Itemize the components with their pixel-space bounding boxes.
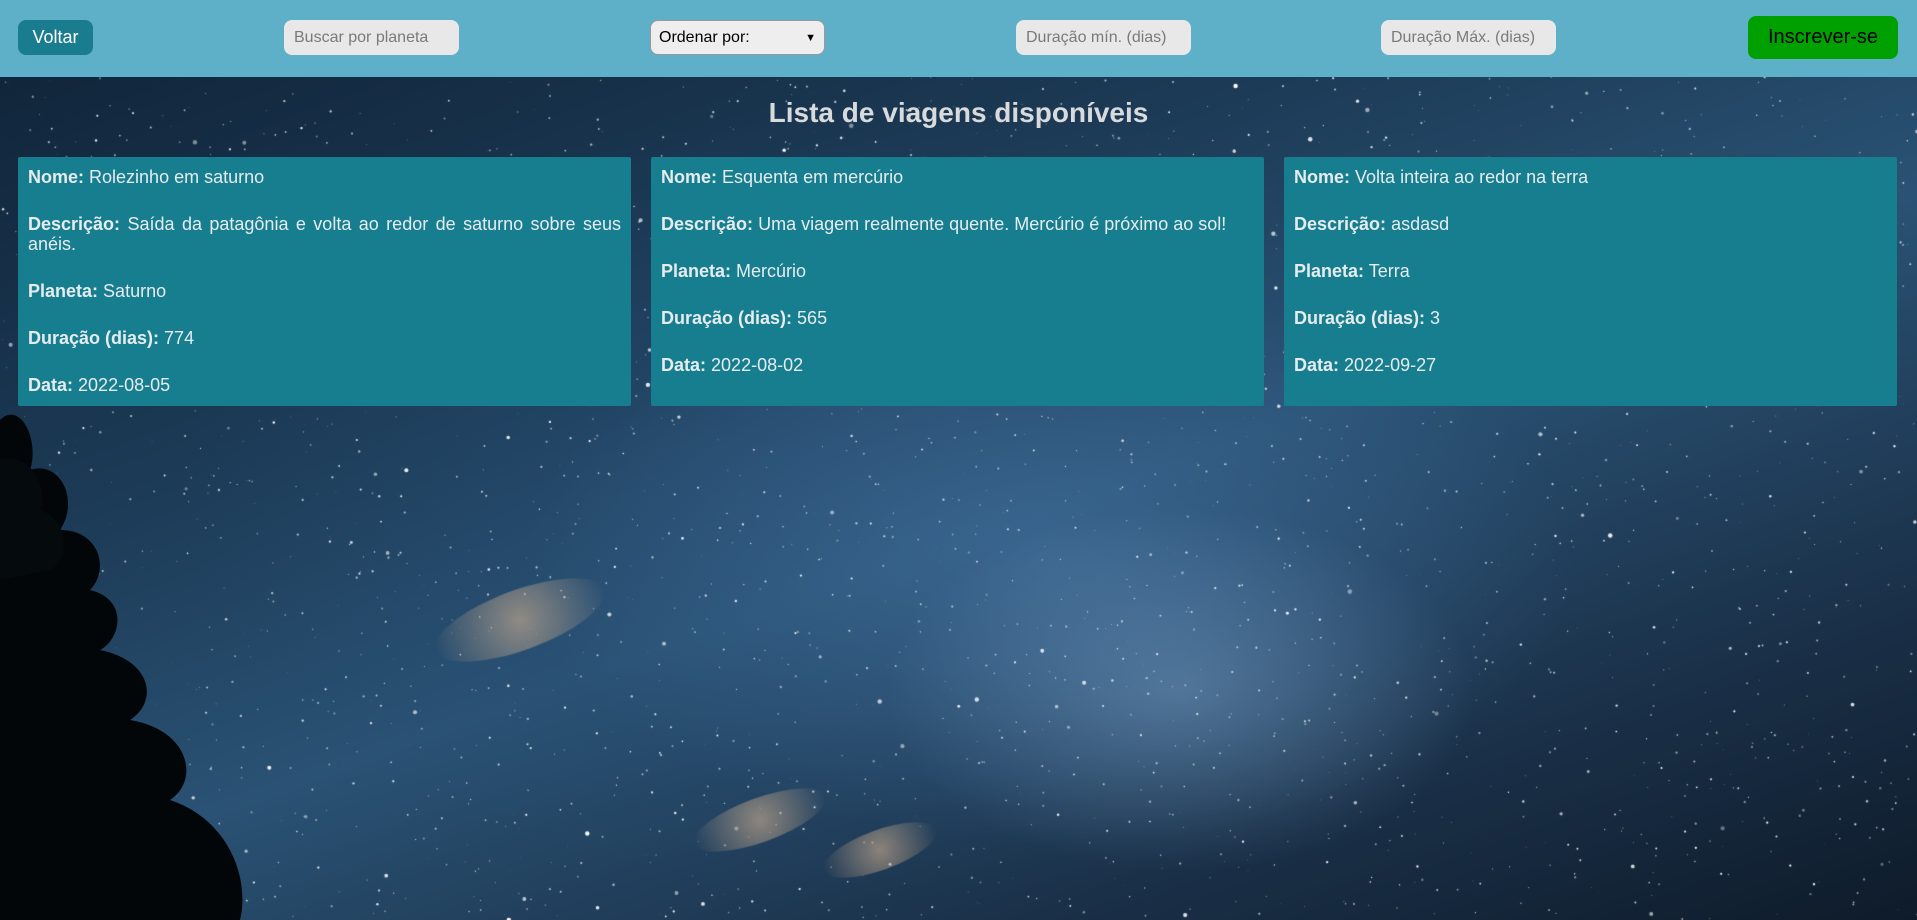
trip-date-row: Data: 2022-08-02 bbox=[661, 355, 1254, 375]
trip-name: Esquenta em mercúrio bbox=[722, 167, 904, 187]
trip-name: Volta inteira ao redor na terra bbox=[1355, 167, 1589, 187]
trip-duration: 565 bbox=[797, 308, 828, 328]
chevron-down-icon: ▼ bbox=[805, 31, 816, 44]
signup-button[interactable]: Inscrever-se bbox=[1748, 16, 1898, 59]
trip-duration-row: Duração (dias): 774 bbox=[28, 328, 621, 348]
field-label: Nome: bbox=[661, 167, 718, 187]
trip-planet-row: Planeta: Terra bbox=[1294, 261, 1887, 281]
trip-planet: Saturno bbox=[103, 281, 167, 301]
trip-description: asdasd bbox=[1391, 214, 1450, 234]
trip-duration-row: Duração (dias): 565 bbox=[661, 308, 1254, 328]
field-label: Data: bbox=[28, 375, 74, 395]
trip-card: Nome: Volta inteira ao redor na terra De… bbox=[1284, 157, 1897, 406]
field-label: Descrição: bbox=[28, 214, 121, 234]
planet-search-input[interactable] bbox=[284, 20, 459, 55]
field-label: Planeta: bbox=[1294, 261, 1365, 281]
tree-silhouette bbox=[0, 414, 243, 920]
field-label: Planeta: bbox=[661, 261, 732, 281]
trip-planet-row: Planeta: Saturno bbox=[28, 281, 621, 301]
field-label: Nome: bbox=[28, 167, 85, 187]
field-label: Planeta: bbox=[28, 281, 99, 301]
back-button[interactable]: Voltar bbox=[18, 20, 93, 55]
sort-select[interactable]: Ordenar por: ▼ bbox=[650, 20, 825, 55]
field-label: Descrição: bbox=[1294, 214, 1387, 234]
trip-date-row: Data: 2022-09-27 bbox=[1294, 355, 1887, 375]
page-title: Lista de viagens disponíveis bbox=[768, 97, 1149, 128]
field-label: Data: bbox=[1294, 355, 1340, 375]
field-label: Duração (dias): bbox=[1294, 308, 1426, 328]
field-label: Duração (dias): bbox=[28, 328, 160, 348]
field-label: Duração (dias): bbox=[661, 308, 793, 328]
min-duration-input[interactable] bbox=[1016, 20, 1191, 55]
trip-planet: Terra bbox=[1368, 261, 1410, 281]
trip-planet: Mercúrio bbox=[736, 261, 807, 281]
trip-description: Uma viagem realmente quente. Mercúrio é … bbox=[758, 214, 1227, 234]
field-label: Descrição: bbox=[661, 214, 754, 234]
trip-description-row: Descrição: asdasd bbox=[1294, 214, 1887, 234]
trip-date: 2022-08-05 bbox=[78, 375, 171, 395]
field-label: Data: bbox=[661, 355, 707, 375]
trip-card: Nome: Esquenta em mercúrio Descrição: Um… bbox=[651, 157, 1264, 406]
sort-select-label: Ordenar por: bbox=[659, 28, 750, 46]
trip-name-row: Nome: Rolezinho em saturno bbox=[28, 167, 621, 187]
trip-description-row: Descrição: Uma viagem realmente quente. … bbox=[661, 214, 1254, 234]
trip-date-row: Data: 2022-08-05 bbox=[28, 375, 621, 395]
trip-name-row: Nome: Esquenta em mercúrio bbox=[661, 167, 1254, 187]
trip-planet-row: Planeta: Mercúrio bbox=[661, 261, 1254, 281]
top-navigation-bar: Voltar Ordenar por: ▼ Inscrever-se bbox=[0, 0, 1917, 77]
trip-date: 2022-09-27 bbox=[1344, 355, 1437, 375]
trip-duration-row: Duração (dias): 3 bbox=[1294, 308, 1887, 328]
trip-description-row: Descrição: Saída da patagônia e volta ao… bbox=[28, 214, 621, 254]
trip-name-row: Nome: Volta inteira ao redor na terra bbox=[1294, 167, 1887, 187]
field-label: Nome: bbox=[1294, 167, 1351, 187]
max-duration-input[interactable] bbox=[1381, 20, 1556, 55]
trip-card: Nome: Rolezinho em saturno Descrição: Sa… bbox=[18, 157, 631, 406]
starry-sky-background bbox=[0, 0, 1917, 920]
trip-duration: 774 bbox=[164, 328, 195, 348]
trip-card-list: Nome: Rolezinho em saturno Descrição: Sa… bbox=[18, 157, 1899, 406]
trip-duration: 3 bbox=[1430, 308, 1441, 328]
trip-date: 2022-08-02 bbox=[711, 355, 804, 375]
trip-name: Rolezinho em saturno bbox=[89, 167, 265, 187]
